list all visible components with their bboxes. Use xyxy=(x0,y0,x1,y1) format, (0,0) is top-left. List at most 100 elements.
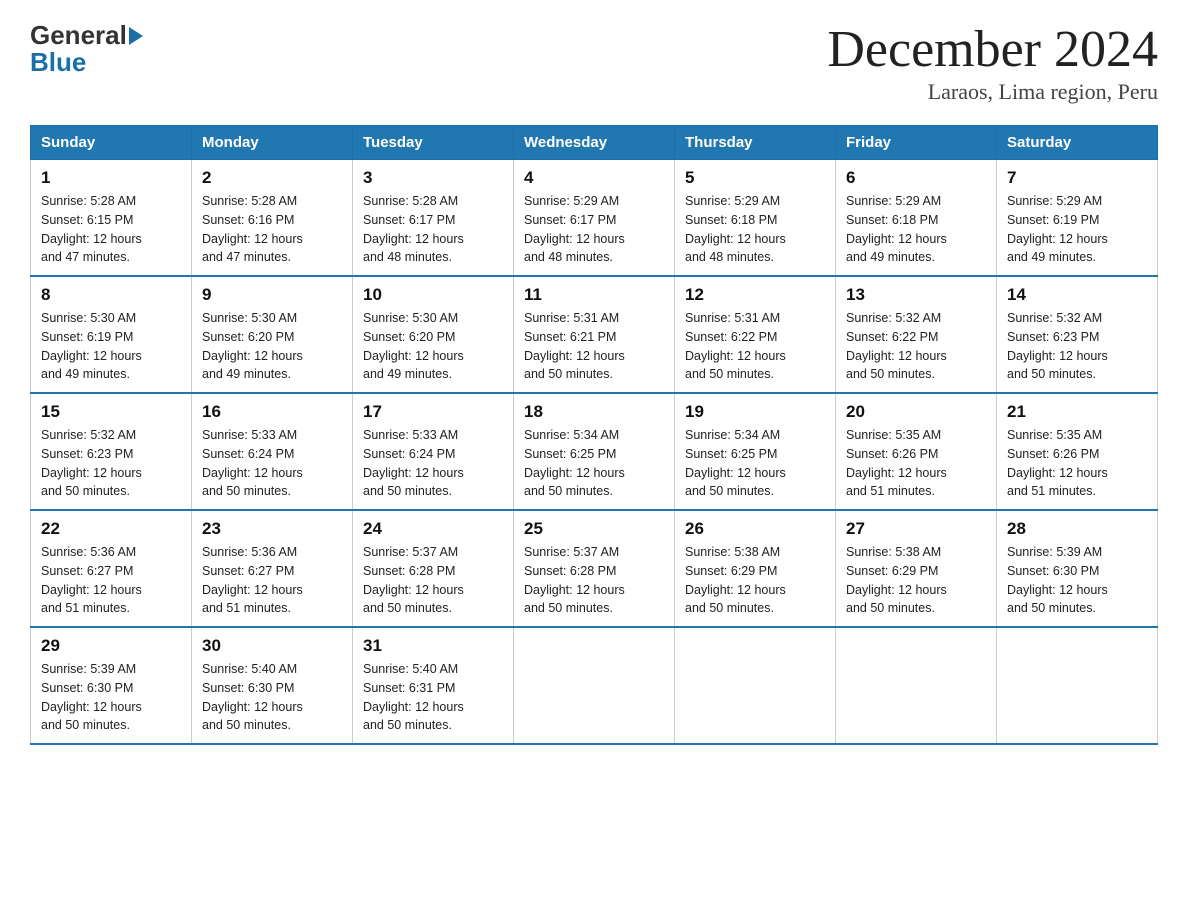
table-row: 4 Sunrise: 5:29 AM Sunset: 6:17 PM Dayli… xyxy=(514,160,675,277)
day-info: Sunrise: 5:28 AM Sunset: 6:17 PM Dayligh… xyxy=(363,192,503,267)
day-info: Sunrise: 5:36 AM Sunset: 6:27 PM Dayligh… xyxy=(202,543,342,618)
day-info: Sunrise: 5:35 AM Sunset: 6:26 PM Dayligh… xyxy=(846,426,986,501)
day-number: 11 xyxy=(524,285,664,305)
day-number: 10 xyxy=(363,285,503,305)
table-row: 6 Sunrise: 5:29 AM Sunset: 6:18 PM Dayli… xyxy=(836,160,997,277)
day-number: 24 xyxy=(363,519,503,539)
table-row: 13 Sunrise: 5:32 AM Sunset: 6:22 PM Dayl… xyxy=(836,276,997,393)
header-monday: Monday xyxy=(192,126,353,160)
day-number: 30 xyxy=(202,636,342,656)
day-info: Sunrise: 5:31 AM Sunset: 6:22 PM Dayligh… xyxy=(685,309,825,384)
day-info: Sunrise: 5:38 AM Sunset: 6:29 PM Dayligh… xyxy=(685,543,825,618)
table-row: 31 Sunrise: 5:40 AM Sunset: 6:31 PM Dayl… xyxy=(353,627,514,744)
day-number: 18 xyxy=(524,402,664,422)
table-row: 11 Sunrise: 5:31 AM Sunset: 6:21 PM Dayl… xyxy=(514,276,675,393)
day-number: 16 xyxy=(202,402,342,422)
day-info: Sunrise: 5:39 AM Sunset: 6:30 PM Dayligh… xyxy=(41,660,181,735)
logo-blue-text: Blue xyxy=(30,47,143,78)
day-info: Sunrise: 5:37 AM Sunset: 6:28 PM Dayligh… xyxy=(363,543,503,618)
day-number: 13 xyxy=(846,285,986,305)
day-info: Sunrise: 5:29 AM Sunset: 6:18 PM Dayligh… xyxy=(685,192,825,267)
table-row: 16 Sunrise: 5:33 AM Sunset: 6:24 PM Dayl… xyxy=(192,393,353,510)
day-info: Sunrise: 5:40 AM Sunset: 6:30 PM Dayligh… xyxy=(202,660,342,735)
day-number: 1 xyxy=(41,168,181,188)
table-row: 23 Sunrise: 5:36 AM Sunset: 6:27 PM Dayl… xyxy=(192,510,353,627)
day-number: 29 xyxy=(41,636,181,656)
title-block: December 2024 Laraos, Lima region, Peru xyxy=(827,20,1158,105)
calendar-week-row: 8 Sunrise: 5:30 AM Sunset: 6:19 PM Dayli… xyxy=(31,276,1158,393)
day-info: Sunrise: 5:34 AM Sunset: 6:25 PM Dayligh… xyxy=(524,426,664,501)
day-info: Sunrise: 5:29 AM Sunset: 6:17 PM Dayligh… xyxy=(524,192,664,267)
day-info: Sunrise: 5:33 AM Sunset: 6:24 PM Dayligh… xyxy=(363,426,503,501)
header-thursday: Thursday xyxy=(675,126,836,160)
day-number: 9 xyxy=(202,285,342,305)
table-row: 27 Sunrise: 5:38 AM Sunset: 6:29 PM Dayl… xyxy=(836,510,997,627)
day-info: Sunrise: 5:28 AM Sunset: 6:16 PM Dayligh… xyxy=(202,192,342,267)
day-info: Sunrise: 5:38 AM Sunset: 6:29 PM Dayligh… xyxy=(846,543,986,618)
day-info: Sunrise: 5:33 AM Sunset: 6:24 PM Dayligh… xyxy=(202,426,342,501)
day-info: Sunrise: 5:35 AM Sunset: 6:26 PM Dayligh… xyxy=(1007,426,1147,501)
header-friday: Friday xyxy=(836,126,997,160)
calendar-week-row: 1 Sunrise: 5:28 AM Sunset: 6:15 PM Dayli… xyxy=(31,160,1158,277)
day-number: 31 xyxy=(363,636,503,656)
day-info: Sunrise: 5:30 AM Sunset: 6:20 PM Dayligh… xyxy=(202,309,342,384)
location-subtitle: Laraos, Lima region, Peru xyxy=(827,79,1158,105)
calendar-header-row: Sunday Monday Tuesday Wednesday Thursday… xyxy=(31,126,1158,160)
day-number: 27 xyxy=(846,519,986,539)
table-row: 9 Sunrise: 5:30 AM Sunset: 6:20 PM Dayli… xyxy=(192,276,353,393)
day-number: 22 xyxy=(41,519,181,539)
day-number: 20 xyxy=(846,402,986,422)
day-info: Sunrise: 5:29 AM Sunset: 6:19 PM Dayligh… xyxy=(1007,192,1147,267)
table-row: 15 Sunrise: 5:32 AM Sunset: 6:23 PM Dayl… xyxy=(31,393,192,510)
table-row: 25 Sunrise: 5:37 AM Sunset: 6:28 PM Dayl… xyxy=(514,510,675,627)
logo: General Blue xyxy=(30,20,143,78)
day-number: 5 xyxy=(685,168,825,188)
table-row: 12 Sunrise: 5:31 AM Sunset: 6:22 PM Dayl… xyxy=(675,276,836,393)
table-row: 28 Sunrise: 5:39 AM Sunset: 6:30 PM Dayl… xyxy=(997,510,1158,627)
day-number: 15 xyxy=(41,402,181,422)
day-number: 25 xyxy=(524,519,664,539)
header-wednesday: Wednesday xyxy=(514,126,675,160)
day-info: Sunrise: 5:37 AM Sunset: 6:28 PM Dayligh… xyxy=(524,543,664,618)
day-info: Sunrise: 5:31 AM Sunset: 6:21 PM Dayligh… xyxy=(524,309,664,384)
day-info: Sunrise: 5:39 AM Sunset: 6:30 PM Dayligh… xyxy=(1007,543,1147,618)
day-number: 21 xyxy=(1007,402,1147,422)
day-info: Sunrise: 5:32 AM Sunset: 6:23 PM Dayligh… xyxy=(41,426,181,501)
day-info: Sunrise: 5:32 AM Sunset: 6:23 PM Dayligh… xyxy=(1007,309,1147,384)
day-number: 17 xyxy=(363,402,503,422)
day-info: Sunrise: 5:40 AM Sunset: 6:31 PM Dayligh… xyxy=(363,660,503,735)
calendar-table: Sunday Monday Tuesday Wednesday Thursday… xyxy=(30,125,1158,745)
day-info: Sunrise: 5:30 AM Sunset: 6:19 PM Dayligh… xyxy=(41,309,181,384)
table-row: 30 Sunrise: 5:40 AM Sunset: 6:30 PM Dayl… xyxy=(192,627,353,744)
day-number: 26 xyxy=(685,519,825,539)
table-row: 18 Sunrise: 5:34 AM Sunset: 6:25 PM Dayl… xyxy=(514,393,675,510)
header-tuesday: Tuesday xyxy=(353,126,514,160)
day-info: Sunrise: 5:29 AM Sunset: 6:18 PM Dayligh… xyxy=(846,192,986,267)
day-number: 7 xyxy=(1007,168,1147,188)
header-sunday: Sunday xyxy=(31,126,192,160)
table-row: 5 Sunrise: 5:29 AM Sunset: 6:18 PM Dayli… xyxy=(675,160,836,277)
table-row xyxy=(675,627,836,744)
day-number: 4 xyxy=(524,168,664,188)
calendar-week-row: 15 Sunrise: 5:32 AM Sunset: 6:23 PM Dayl… xyxy=(31,393,1158,510)
day-info: Sunrise: 5:34 AM Sunset: 6:25 PM Dayligh… xyxy=(685,426,825,501)
day-number: 19 xyxy=(685,402,825,422)
month-title: December 2024 xyxy=(827,20,1158,79)
table-row xyxy=(836,627,997,744)
table-row: 3 Sunrise: 5:28 AM Sunset: 6:17 PM Dayli… xyxy=(353,160,514,277)
day-number: 6 xyxy=(846,168,986,188)
day-info: Sunrise: 5:36 AM Sunset: 6:27 PM Dayligh… xyxy=(41,543,181,618)
day-number: 3 xyxy=(363,168,503,188)
table-row: 14 Sunrise: 5:32 AM Sunset: 6:23 PM Dayl… xyxy=(997,276,1158,393)
calendar-week-row: 29 Sunrise: 5:39 AM Sunset: 6:30 PM Dayl… xyxy=(31,627,1158,744)
table-row: 22 Sunrise: 5:36 AM Sunset: 6:27 PM Dayl… xyxy=(31,510,192,627)
table-row: 10 Sunrise: 5:30 AM Sunset: 6:20 PM Dayl… xyxy=(353,276,514,393)
day-number: 12 xyxy=(685,285,825,305)
table-row: 26 Sunrise: 5:38 AM Sunset: 6:29 PM Dayl… xyxy=(675,510,836,627)
day-info: Sunrise: 5:28 AM Sunset: 6:15 PM Dayligh… xyxy=(41,192,181,267)
page-header: General Blue December 2024 Laraos, Lima … xyxy=(30,20,1158,105)
day-info: Sunrise: 5:30 AM Sunset: 6:20 PM Dayligh… xyxy=(363,309,503,384)
table-row: 21 Sunrise: 5:35 AM Sunset: 6:26 PM Dayl… xyxy=(997,393,1158,510)
header-saturday: Saturday xyxy=(997,126,1158,160)
calendar-week-row: 22 Sunrise: 5:36 AM Sunset: 6:27 PM Dayl… xyxy=(31,510,1158,627)
